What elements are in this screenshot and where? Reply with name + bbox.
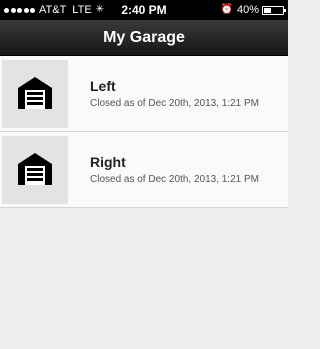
battery-icon xyxy=(262,5,286,15)
door-row-left[interactable]: Left Closed as of Dec 20th, 2013, 1:21 P… xyxy=(0,56,288,132)
status-bar: AT&T LTE ✳ 2:40 PM ⏰ 40% xyxy=(0,0,288,20)
door-row-right[interactable]: Right Closed as of Dec 20th, 2013, 1:21 … xyxy=(0,132,288,208)
battery-fill xyxy=(264,7,272,13)
door-status: Closed as of Dec 20th, 2013, 1:21 PM xyxy=(90,98,259,109)
navigation-bar: My Garage xyxy=(0,20,288,56)
garage-icon-container[interactable] xyxy=(2,136,68,204)
alarm-clock-icon: ⏰ xyxy=(220,4,233,15)
door-name: Left xyxy=(90,78,116,94)
door-status: Closed as of Dec 20th, 2013, 1:21 PM xyxy=(90,174,259,185)
battery-percentage: 40% xyxy=(236,4,259,16)
door-name: Right xyxy=(90,154,126,170)
garage-icon xyxy=(18,153,52,185)
garage-door-list: Left Closed as of Dec 20th, 2013, 1:21 P… xyxy=(0,56,288,208)
garage-icon-container[interactable] xyxy=(2,60,68,128)
garage-icon xyxy=(18,77,52,109)
page-title: My Garage xyxy=(103,29,185,46)
status-right: ⏰ 40% xyxy=(220,0,286,20)
